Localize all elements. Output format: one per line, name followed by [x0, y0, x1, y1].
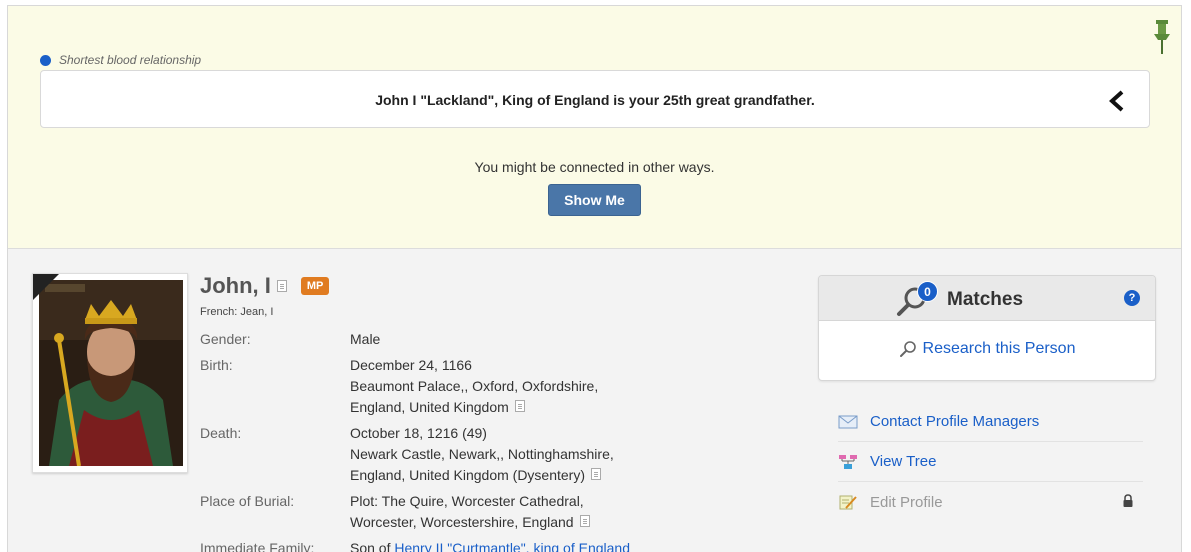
fact-line-with-doc: Worcester, Worcestershire, England	[350, 512, 590, 533]
fact-label: Gender:	[200, 331, 251, 347]
fact-line: December 24, 1166	[350, 357, 472, 373]
relationship-box: John I "Lackland", King of England is yo…	[40, 70, 1150, 128]
fact-line-with-doc: England, United Kingdom	[350, 397, 598, 418]
action-view-tree: View Tree	[838, 442, 1143, 482]
portrait-image	[39, 280, 183, 466]
fact-value: Plot: The Quire, Worcester Cathedral, Wo…	[350, 491, 590, 533]
profile-section: John, I MP French: Jean, I Gender: Male …	[8, 249, 1181, 552]
relationship-label: Shortest blood relationship	[40, 53, 201, 67]
fact-line: England, United Kingdom (Dysentery)	[350, 467, 586, 483]
research-label: Research this Person	[922, 340, 1076, 357]
fact-line: Newark Castle, Newark,, Nottinghamshire,	[350, 446, 614, 462]
mp-badge[interactable]: MP	[300, 277, 330, 295]
research-link[interactable]: Research this Person	[819, 340, 1155, 358]
dot-icon	[40, 54, 51, 66]
fact-label: Place of Burial:	[200, 493, 295, 509]
fact-line: Male	[350, 331, 381, 347]
lock-icon	[1123, 494, 1133, 507]
profile-photo[interactable]	[32, 273, 188, 473]
fact-value: October 18, 1216 (49) Newark Castle, New…	[350, 423, 614, 486]
fact-line: England, United Kingdom	[350, 399, 509, 415]
fact-birth: Birth: December 24, 1166 Beaumont Palace…	[200, 355, 720, 418]
memorial-ribbon-icon	[33, 274, 59, 300]
matches-title: Matches	[947, 289, 1024, 310]
pin-icon[interactable]	[1153, 20, 1171, 56]
edit-icon	[839, 495, 857, 510]
profile-facts: Gender: Male Birth: December 24, 1166 Be…	[200, 329, 720, 552]
matches-header[interactable]: 0 Matches ?	[819, 276, 1155, 321]
document-icon[interactable]	[276, 280, 287, 292]
document-icon[interactable]	[591, 468, 602, 480]
fact-value: December 24, 1166 Beaumont Palace,, Oxfo…	[350, 355, 598, 418]
view-tree-link[interactable]: View Tree	[870, 453, 936, 470]
matches-count-badge: 0	[917, 281, 938, 302]
fact-death: Death: October 18, 1216 (49) Newark Cast…	[200, 423, 720, 486]
edit-profile-label: Edit Profile	[870, 493, 943, 511]
envelope-icon	[838, 415, 858, 428]
fact-label: Death:	[200, 425, 242, 441]
fact-burial: Place of Burial: Plot: The Quire, Worces…	[200, 491, 720, 533]
relationship-text: John I "Lackland", King of England is yo…	[375, 92, 815, 108]
alternate-name: French: Jean, I	[200, 306, 274, 318]
document-icon[interactable]	[514, 400, 525, 412]
fact-line: Plot: The Quire, Worcester Cathedral,	[350, 493, 584, 509]
matches-box: 0 Matches ? Research this Person	[818, 275, 1156, 381]
father-link[interactable]: Henry II "Curtmantle", king of England	[394, 540, 630, 552]
relationship-label-text: Shortest blood relationship	[59, 53, 202, 67]
chevron-left-icon[interactable]	[1107, 89, 1127, 113]
fact-label: Immediate Family:	[200, 540, 315, 552]
help-icon[interactable]: ?	[1124, 290, 1140, 306]
fact-gender: Gender: Male	[200, 329, 720, 350]
action-contact-managers: Contact Profile Managers	[838, 402, 1143, 442]
fact-value: Male	[350, 329, 380, 350]
family-prefix: Son of	[350, 540, 395, 552]
show-me-button[interactable]: Show Me	[548, 184, 641, 216]
fact-line-with-doc: England, United Kingdom (Dysentery)	[350, 465, 614, 486]
tree-icon	[839, 454, 857, 469]
fact-line: October 18, 1216 (49)	[350, 425, 487, 441]
action-edit-profile: Edit Profile	[838, 482, 1143, 522]
profile-name-text: John, I	[200, 273, 271, 298]
profile-actions: Contact Profile Managers View Tree Edit …	[838, 402, 1143, 522]
search-icon	[899, 341, 916, 357]
fact-line: Beaumont Palace,, Oxford, Oxfordshire,	[350, 378, 599, 394]
relationship-panel: Shortest blood relationship John I "Lack…	[8, 6, 1181, 249]
connected-text: You might be connected in other ways.	[474, 159, 715, 175]
document-icon[interactable]	[579, 515, 590, 527]
fact-label: Birth:	[200, 357, 233, 373]
fact-value: Son of Henry II "Curtmantle", king of En…	[350, 538, 630, 552]
contact-managers-link[interactable]: Contact Profile Managers	[870, 413, 1039, 430]
profile-name: John, I MP	[200, 273, 330, 299]
fact-immediate-family: Immediate Family: Son of Henry II "Curtm…	[200, 538, 720, 552]
fact-line: Worcester, Worcestershire, England	[350, 514, 574, 530]
